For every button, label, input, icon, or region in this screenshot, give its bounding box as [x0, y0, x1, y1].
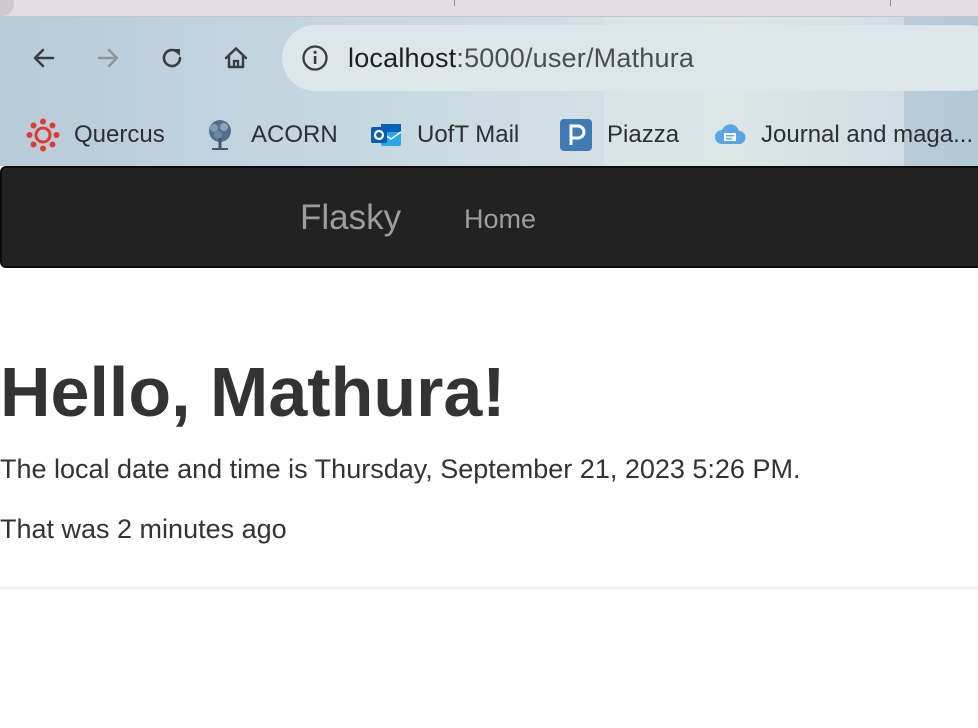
bookmark-label: UofT Mail	[417, 121, 520, 148]
bookmark-label: ACORN	[251, 121, 338, 148]
url-host: localhost	[348, 43, 457, 73]
browser-toolbar: localhost:5000/user/Mathura Quercus ACOR…	[0, 17, 978, 166]
bookmark-journal[interactable]: Journal and maga...	[713, 113, 973, 157]
local-time-text: The local date and time is Thursday, Sep…	[0, 454, 801, 484]
tab-strip	[0, 0, 978, 17]
navbar-brand[interactable]: Flasky	[300, 198, 401, 238]
relative-time-text: That was 2 minutes ago	[0, 514, 287, 544]
bookmark-label: Quercus	[74, 121, 165, 148]
url-path: :5000/user/Mathura	[456, 43, 695, 73]
url-text[interactable]: localhost:5000/user/Mathura	[348, 42, 694, 74]
address-bar[interactable]: localhost:5000/user/Mathura	[282, 25, 978, 91]
tab-separator	[890, 0, 891, 6]
bookmarks-bar: Quercus ACORN UofT Mail Piazza Journal a…	[0, 113, 978, 157]
forward-arrow-icon	[97, 48, 119, 68]
info-icon[interactable]	[301, 44, 329, 72]
home-button[interactable]	[219, 41, 253, 75]
bookmark-piazza[interactable]: Piazza	[559, 113, 679, 157]
bookmark-quercus[interactable]: Quercus	[26, 113, 165, 157]
cloud-journal-icon	[715, 124, 746, 144]
bookmark-acorn[interactable]: ACORN	[203, 113, 338, 157]
acorn-tree-icon	[209, 120, 231, 150]
reload-icon	[162, 48, 182, 68]
back-button[interactable]	[27, 41, 61, 75]
quercus-icon	[26, 118, 60, 152]
nav-home-link[interactable]: Home	[464, 204, 536, 235]
tab-corner	[0, 0, 14, 16]
bookmark-uoft-mail[interactable]: UofT Mail	[369, 113, 519, 157]
outlook-mail-icon	[371, 124, 402, 146]
horizontal-divider	[0, 587, 978, 589]
back-arrow-icon	[33, 48, 55, 68]
home-icon	[224, 47, 248, 69]
bookmark-label: Journal and maga...	[761, 121, 974, 148]
piazza-icon	[560, 119, 592, 151]
bookmark-label: Piazza	[607, 121, 680, 148]
forward-button[interactable]	[91, 41, 125, 75]
reload-button[interactable]	[155, 41, 189, 75]
tab-separator	[454, 0, 455, 6]
site-navbar: Flasky Home	[0, 166, 978, 268]
page-heading: Hello, Mathura!	[0, 353, 506, 431]
